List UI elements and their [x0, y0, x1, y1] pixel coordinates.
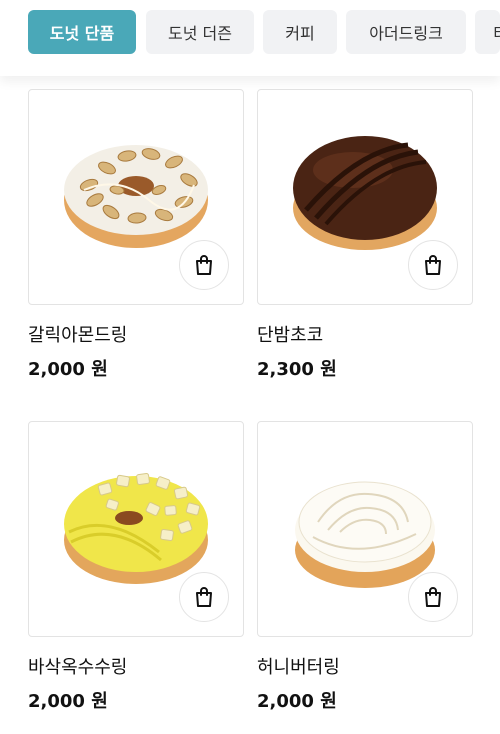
product-price: 2,300 원: [257, 359, 337, 380]
product-card-honey-butter[interactable]: [257, 421, 473, 637]
product-price: 2,000 원: [257, 691, 337, 712]
shopping-bag-icon: [196, 255, 212, 275]
product-card-crispy-corn[interactable]: [28, 421, 244, 637]
product-name: 허니버터링: [257, 657, 340, 678]
product-card-chestnut-choco[interactable]: [257, 89, 473, 305]
tab-label: 티: [493, 20, 500, 44]
category-tab-bar: 도넛 단품 도넛 더즌 커피 아더드링크 티: [0, 0, 500, 76]
tab-other-drinks[interactable]: 아더드링크: [346, 10, 466, 54]
tab-donut-single[interactable]: 도넛 단품: [28, 10, 136, 54]
tab-tea[interactable]: 티: [475, 10, 500, 54]
tab-label: 아더드링크: [369, 24, 443, 43]
add-to-cart-button[interactable]: [179, 240, 229, 290]
product-name: 단밤초코: [257, 325, 324, 346]
product-price: 2,000 원: [28, 359, 108, 380]
shopping-bag-icon: [425, 255, 441, 275]
tab-coffee[interactable]: 커피: [263, 10, 337, 54]
product-name: 바삭옥수수링: [28, 657, 128, 678]
add-to-cart-button[interactable]: [408, 240, 458, 290]
product-card-garlic-almond[interactable]: [28, 89, 244, 305]
shopping-bag-icon: [196, 587, 212, 607]
shopping-bag-icon: [425, 587, 441, 607]
add-to-cart-button[interactable]: [179, 572, 229, 622]
tab-donut-dozen[interactable]: 도넛 더즌: [146, 10, 254, 54]
tab-label: 커피: [285, 24, 315, 43]
product-name: 갈릭아몬드링: [28, 325, 128, 346]
add-to-cart-button[interactable]: [408, 572, 458, 622]
tab-label: 도넛 더즌: [168, 24, 232, 43]
product-price: 2,000 원: [28, 691, 108, 712]
tab-label: 도넛 단품: [49, 24, 115, 43]
